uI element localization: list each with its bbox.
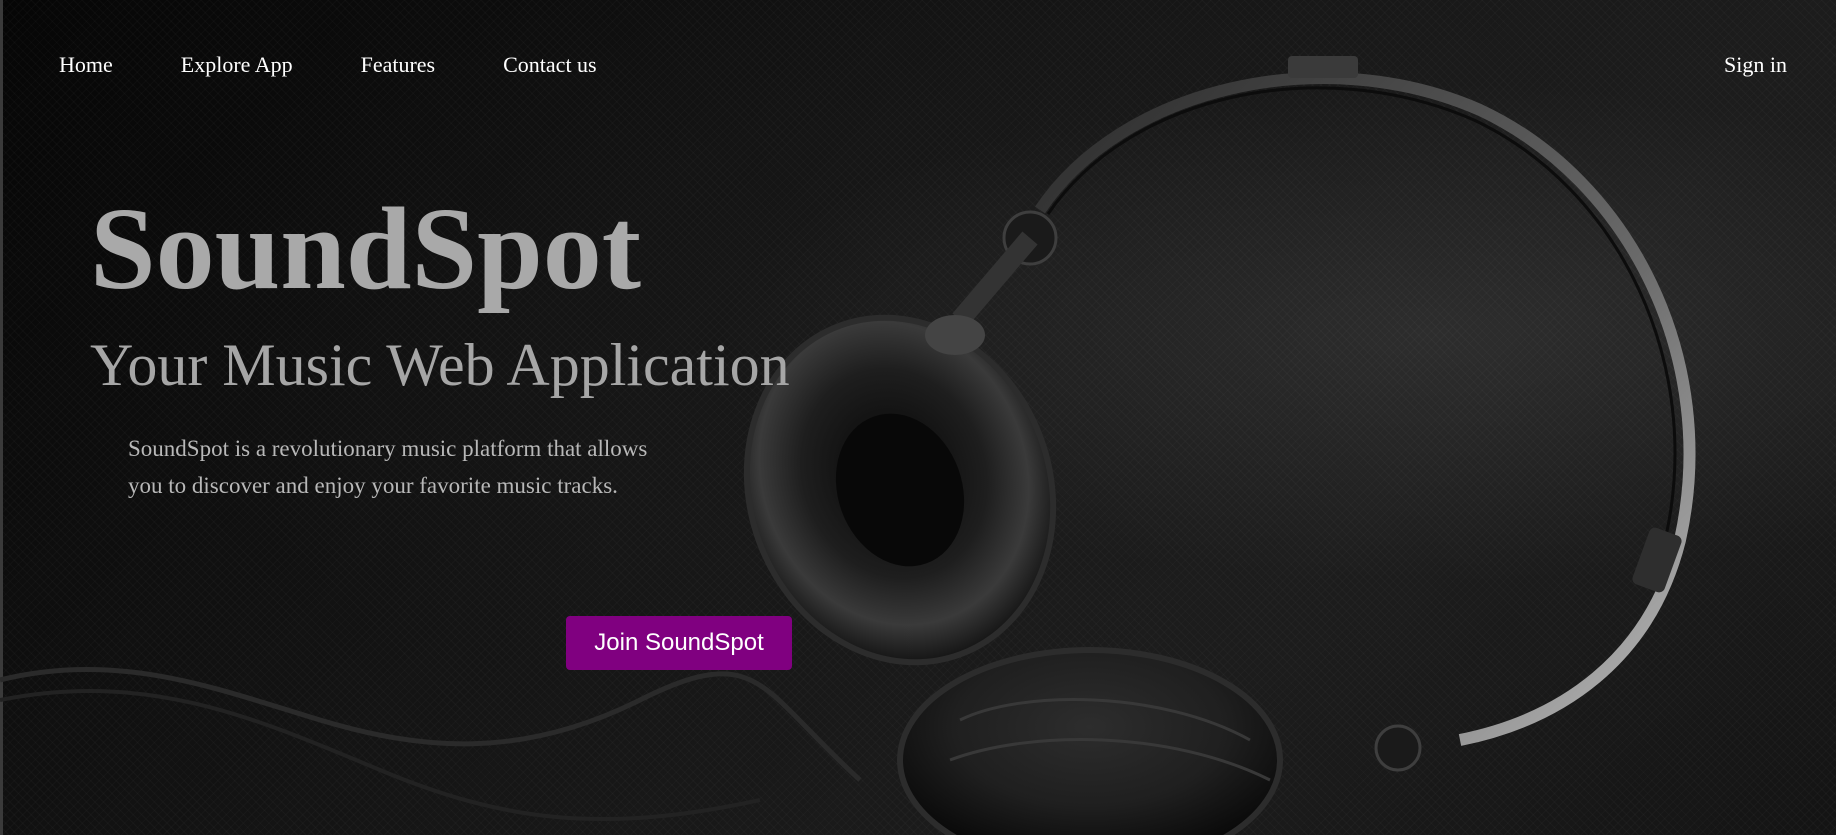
hero-section: Home Explore App Features Contact us Sig…	[0, 0, 1836, 835]
nav-link-explore-app[interactable]: Explore App	[181, 52, 293, 78]
join-soundspot-button[interactable]: Join SoundSpot	[566, 616, 792, 670]
main-nav: Home Explore App Features Contact us	[59, 52, 665, 78]
sign-in-link[interactable]: Sign in	[1724, 52, 1787, 78]
hero-description: SoundSpot is a revolutionary music platf…	[128, 436, 648, 498]
nav-link-features[interactable]: Features	[361, 52, 436, 78]
headphones-image	[0, 56, 1696, 835]
nav-link-contact-us[interactable]: Contact us	[503, 52, 597, 78]
brand-title: SoundSpot	[90, 183, 642, 314]
nav-link-home[interactable]: Home	[59, 52, 113, 78]
hero-subtitle: Your Music Web Application	[90, 332, 790, 398]
